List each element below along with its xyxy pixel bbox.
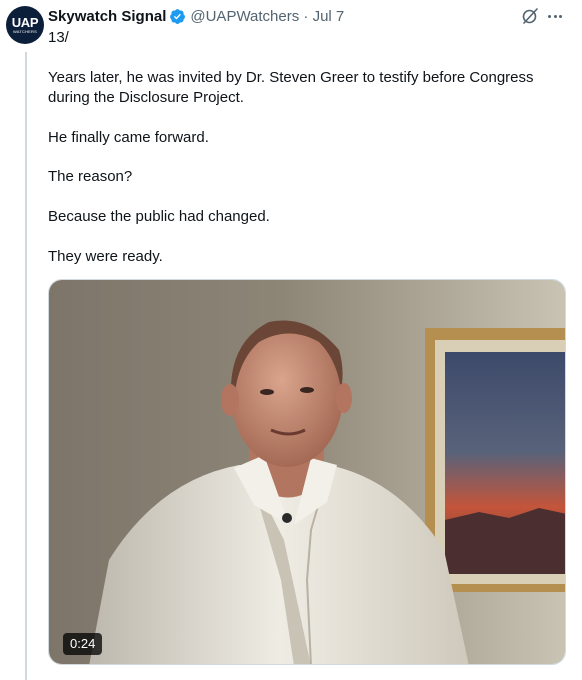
tweet-paragraph: The reason? [48,168,133,185]
thread-counter: 13/ [48,29,69,46]
tweet-paragraph: Because the public had changed. [48,208,270,225]
grok-icon[interactable] [520,6,540,26]
thread-line [25,52,27,680]
more-dot [548,14,551,18]
video-player[interactable] [48,279,566,665]
tweet-paragraph: They were ready. [48,248,163,265]
avatar-text: UAP [11,14,39,30]
display-name[interactable]: Skywatch Signal [48,8,166,25]
video-duration-badge: 0:24 [63,633,103,655]
tweet-paragraph: He finally came forward. [48,129,209,146]
more-dot [553,14,557,18]
video-frame [49,280,565,664]
avatar[interactable]: UAP WATCHERS [6,6,44,44]
more-icon[interactable] [544,6,566,26]
more-dot [559,14,562,18]
tweet-header: Skywatch Signal @UAPWatchers · Jul 7 [48,6,344,26]
verified-badge-icon[interactable] [169,8,186,25]
handle-and-date[interactable]: @UAPWatchers · Jul 7 [190,8,344,25]
avatar-subtext: WATCHERS [12,28,38,34]
tweet-paragraph: Years later, he was invited by Dr. Steve… [48,69,534,106]
